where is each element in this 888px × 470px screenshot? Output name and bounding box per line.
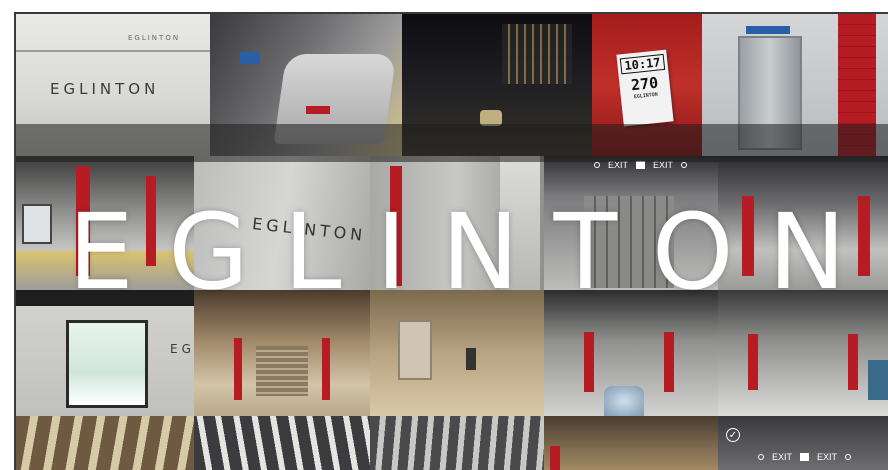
title-letter: I — [376, 191, 407, 313]
exit-sign-bottom: EXIT EXIT — [758, 452, 852, 462]
page-title: E G L I N T O N — [16, 191, 888, 313]
title-letter: L — [283, 191, 342, 313]
wall-sign-partial: EG — [170, 342, 194, 356]
title-letter: E — [68, 191, 134, 313]
check-icon: ✓ — [726, 428, 740, 442]
tile-ceiling-c — [370, 416, 544, 470]
title-letter: G — [168, 191, 249, 313]
tile-exit-bottom: EXIT EXIT — [718, 416, 888, 470]
transfer-ticket: 10:17 270 EGLINTON — [616, 49, 674, 127]
tile-ceiling-b — [194, 416, 370, 470]
photo-collage: EGLINTON EGLINTON 10:17 270 EGLINTON EGL… — [14, 12, 888, 470]
tile-ceiling-d — [544, 416, 718, 470]
wall-sign-small: EGLINTON — [128, 34, 181, 42]
tile-ceiling-a — [16, 416, 194, 470]
wall-sign-main: EGLINTON — [50, 80, 160, 98]
exit-label-right-bottom: EXIT — [817, 452, 838, 462]
ticket-time: 10:17 — [619, 53, 666, 75]
exit-label-left-bottom: EXIT — [772, 452, 793, 462]
title-letter: O — [651, 191, 734, 313]
title-letter: N — [768, 191, 846, 313]
title-letter: N — [441, 191, 520, 313]
overlay-band — [16, 124, 888, 162]
title-letter: T — [553, 191, 618, 313]
